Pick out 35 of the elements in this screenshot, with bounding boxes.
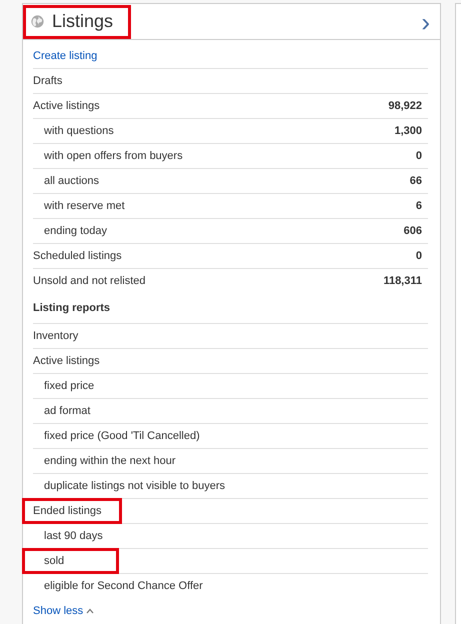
list-link[interactable]: ending today xyxy=(33,224,107,237)
list-link[interactable]: fixed price (Good 'Til Cancelled) xyxy=(33,430,200,442)
list-link[interactable]: fixed price xyxy=(33,380,94,392)
count-value: 606 xyxy=(404,224,422,239)
next-chevron[interactable]: › xyxy=(421,8,430,34)
list-link[interactable]: ad format xyxy=(33,404,90,417)
list-link[interactable]: Unsold and not relisted xyxy=(33,275,146,288)
list-link[interactable]: Ended listings xyxy=(33,502,102,520)
card-title: Listings xyxy=(52,10,114,33)
list-link[interactable]: sold xyxy=(33,552,64,570)
section-heading: Listing reports xyxy=(33,301,110,316)
list-link[interactable]: ending within the next hour xyxy=(33,454,176,467)
list-link[interactable]: all auctions xyxy=(33,174,100,187)
count-value: 66 xyxy=(410,174,422,189)
list-link[interactable]: Scheduled listings xyxy=(33,250,122,262)
list-link[interactable]: Inventory xyxy=(33,330,78,342)
show-less-link[interactable]: Show less xyxy=(33,605,94,617)
list-link[interactable]: last 90 days xyxy=(33,530,103,542)
list-link[interactable]: with open offers from buyers xyxy=(33,150,183,162)
list-link[interactable]: eligible for Second Chance Offer xyxy=(33,580,203,592)
count-value: 0 xyxy=(416,148,422,164)
count-value: 0 xyxy=(416,248,422,264)
count-value: 1,300 xyxy=(394,124,422,139)
create-link[interactable]: Create listing xyxy=(33,50,98,62)
count-value: 6 xyxy=(416,198,422,214)
list-link[interactable]: duplicate listings not visible to buyers xyxy=(33,480,225,492)
list-link[interactable]: Drafts xyxy=(33,74,62,87)
globe-icon xyxy=(31,15,44,28)
list-link[interactable]: with reserve met xyxy=(33,200,125,212)
list-link[interactable]: with questions xyxy=(33,124,114,137)
count-value: 98,922 xyxy=(388,98,422,114)
list-link[interactable]: Active listings xyxy=(33,100,100,112)
caret-up-icon xyxy=(86,608,94,614)
count-value: 118,311 xyxy=(383,274,422,290)
list-link[interactable]: Active listings xyxy=(33,354,100,367)
